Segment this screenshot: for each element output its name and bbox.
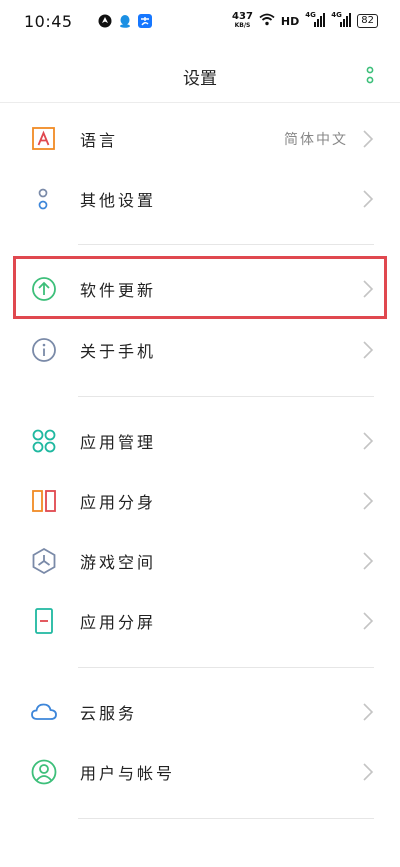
page-header: 设置 xyxy=(0,50,400,100)
battery-indicator: 82 xyxy=(357,14,378,28)
settings-item-game-space[interactable]: 游戏空间 xyxy=(0,531,400,591)
chevron-right-icon xyxy=(362,551,374,571)
settings-item-label: 游戏空间 xyxy=(80,553,157,572)
navigation-app-icon xyxy=(98,14,112,28)
about-phone-icon xyxy=(30,336,58,364)
app-clone-icon xyxy=(30,487,58,515)
chevron-right-icon xyxy=(362,702,374,722)
chevron-right-icon xyxy=(362,491,374,511)
chevron-right-icon xyxy=(362,340,374,360)
more-dots-icon[interactable] xyxy=(364,66,376,88)
settings-item-label: 其他设置 xyxy=(80,191,157,210)
settings-item-label: 语言 xyxy=(80,131,119,150)
split-screen-icon xyxy=(30,607,58,635)
status-time: 10:45 xyxy=(24,12,73,31)
section-divider xyxy=(78,667,374,668)
settings-item-language[interactable]: 语言 简体中文 xyxy=(0,109,400,169)
language-icon xyxy=(30,125,58,153)
settings-item-label: 关于手机 xyxy=(80,342,157,361)
settings-item-label: 用户与帐号 xyxy=(80,764,176,783)
alipay-app-icon xyxy=(138,14,152,28)
cloud-service-icon xyxy=(30,698,58,726)
hd-label: HD xyxy=(280,14,300,28)
header-divider xyxy=(0,102,400,103)
signal-icon-1: 4G xyxy=(305,11,326,30)
language-value: 简体中文 xyxy=(284,132,348,148)
settings-item-user-account[interactable]: 用户与帐号 xyxy=(0,742,400,802)
status-indicators: 437 KB/S HD 4G 4G 82 xyxy=(232,11,378,30)
section-divider xyxy=(78,244,374,245)
settings-item-about-phone[interactable]: 关于手机 xyxy=(0,320,400,380)
wifi-icon xyxy=(259,13,275,29)
settings-item-split-screen[interactable]: 应用分屏 xyxy=(0,591,400,651)
network-speed: 437 KB/S xyxy=(232,11,253,30)
page-title: 设置 xyxy=(183,69,217,89)
app-management-icon xyxy=(30,427,58,455)
user-account-icon xyxy=(30,758,58,786)
qq-app-icon xyxy=(118,14,132,28)
section-divider xyxy=(78,818,374,819)
other-settings-icon xyxy=(30,185,58,213)
settings-item-label: 应用管理 xyxy=(80,433,157,452)
highlight-box xyxy=(13,256,387,319)
game-space-icon xyxy=(30,547,58,575)
status-bar: 10:45 437 KB/S HD 4G 4G 82 xyxy=(0,0,400,46)
notification-icons xyxy=(98,14,152,28)
chevron-right-icon xyxy=(362,762,374,782)
section-divider xyxy=(78,396,374,397)
settings-item-app-clone[interactable]: 应用分身 xyxy=(0,471,400,531)
settings-item-cloud-service[interactable]: 云服务 xyxy=(0,682,400,742)
signal-icon-2: 4G xyxy=(331,11,352,30)
settings-item-other-settings[interactable]: 其他设置 xyxy=(0,169,400,229)
settings-item-label: 云服务 xyxy=(80,704,138,723)
chevron-right-icon xyxy=(362,189,374,209)
settings-item-label: 应用分身 xyxy=(80,493,157,512)
settings-item-app-management[interactable]: 应用管理 xyxy=(0,411,400,471)
chevron-right-icon xyxy=(362,611,374,631)
settings-item-label: 应用分屏 xyxy=(80,613,157,632)
chevron-right-icon xyxy=(362,431,374,451)
chevron-right-icon xyxy=(362,129,374,149)
